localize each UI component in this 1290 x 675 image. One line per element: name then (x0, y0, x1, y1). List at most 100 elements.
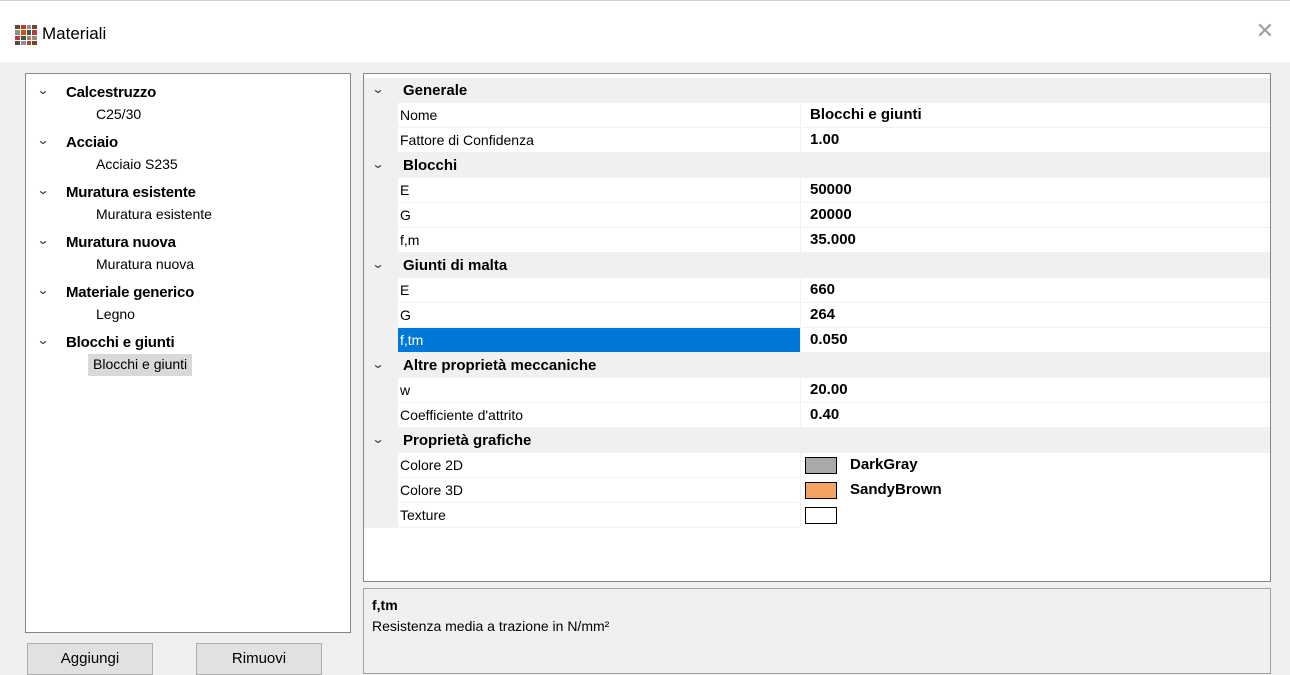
property-name[interactable]: Coefficiente d'attrito (398, 403, 801, 428)
grid-property-row[interactable]: Colore 2D DarkGray (364, 453, 1270, 478)
property-name[interactable]: Fattore di Confidenza (398, 128, 801, 153)
color-swatch[interactable] (805, 482, 837, 499)
tree-group-label: Calcestruzzo (66, 84, 157, 101)
grid-category-label: Generale (403, 82, 468, 99)
grid-gutter (364, 453, 398, 478)
grid-property-row[interactable]: Fattore di Confidenza 1.00 (364, 128, 1270, 153)
property-value[interactable]: SandyBrown (850, 481, 942, 498)
grid-category-label: Giunti di malta (403, 257, 508, 274)
tree-group-label: Muratura nuova (66, 234, 176, 251)
tree-group[interactable]: ⌄ Materiale generico (26, 280, 350, 304)
tree-group[interactable]: ⌄ Muratura nuova (26, 230, 350, 254)
title-bar: Materiali ✕ (0, 0, 1290, 62)
grid-property-row[interactable]: Colore 3D SandyBrown (364, 478, 1270, 503)
grid-gutter (364, 403, 398, 428)
property-name[interactable]: G (398, 303, 801, 328)
tree-item[interactable]: Legno (91, 304, 140, 326)
grid-property-row[interactable]: w 20.00 (364, 378, 1270, 403)
help-description: Resistenza media a trazione in N/mm² (372, 618, 610, 634)
remove-button[interactable]: Rimuovi (196, 643, 322, 675)
tree-item[interactable]: C25/30 (91, 104, 146, 126)
tree-group-label: Muratura esistente (66, 184, 196, 201)
grid-category[interactable]: ⌄ Generale (364, 78, 1270, 103)
property-name[interactable]: f,tm (398, 328, 801, 353)
grid-category[interactable]: ⌄ Altre proprietà meccaniche (364, 353, 1270, 378)
grid-gutter (364, 103, 398, 128)
grid-property-row[interactable]: Texture (364, 503, 1270, 528)
property-name[interactable]: Colore 2D (398, 453, 801, 478)
property-name[interactable]: E (398, 278, 801, 303)
property-value[interactable]: 660 (802, 278, 1270, 303)
chevron-down-icon[interactable]: ⌄ (371, 157, 384, 171)
color-swatch[interactable] (805, 507, 837, 524)
grid-property-row[interactable]: f,tm 0.050 (364, 328, 1270, 353)
property-name[interactable]: G (398, 203, 801, 228)
property-name[interactable]: f,m (398, 228, 801, 253)
tree-group[interactable]: ⌄ Calcestruzzo (26, 80, 350, 104)
tree-group-label: Blocchi e giunti (66, 334, 175, 351)
property-help-panel: f,tm Resistenza media a trazione in N/mm… (363, 588, 1271, 674)
tree-group-label: Materiale generico (66, 284, 195, 301)
chevron-down-icon[interactable]: ⌄ (36, 183, 49, 197)
grid-gutter (364, 178, 398, 203)
tree-group[interactable]: ⌄ Acciaio (26, 130, 350, 154)
property-grid[interactable]: ⌄ Generale Nome Blocchi e giunti Fattore di … (363, 73, 1271, 582)
property-value[interactable]: Blocchi e giunti (802, 103, 1270, 128)
help-title: f,tm (372, 597, 398, 613)
grid-property-row[interactable]: E 660 (364, 278, 1270, 303)
grid-gutter (364, 478, 398, 503)
materials-tree[interactable]: ⌄ Calcestruzzo C25/30 ⌄ Acciaio Acciaio S235 ⌄… (25, 73, 351, 633)
chevron-down-icon[interactable]: ⌄ (36, 233, 49, 247)
property-value[interactable]: 35.000 (802, 228, 1270, 253)
property-value[interactable]: 0.40 (802, 403, 1270, 428)
grid-property-row[interactable]: f,m 35.000 (364, 228, 1270, 253)
tree-item[interactable]: Acciaio S235 (91, 154, 183, 176)
property-name[interactable]: Texture (398, 503, 801, 528)
property-value[interactable]: DarkGray (850, 456, 918, 473)
materials-dialog: Materiali ✕ ⌄ Calcestruzzo C25/30 ⌄ Acciaio A… (0, 0, 1290, 675)
grid-property-row[interactable]: G 20000 (364, 203, 1270, 228)
tree-group[interactable]: ⌄ Muratura esistente (26, 180, 350, 204)
property-name[interactable]: Colore 3D (398, 478, 801, 503)
property-value[interactable]: 20000 (802, 203, 1270, 228)
tree-group[interactable]: ⌄ Blocchi e giunti (26, 330, 350, 354)
add-button[interactable]: Aggiungi (27, 643, 153, 675)
grid-property-row[interactable]: Nome Blocchi e giunti (364, 103, 1270, 128)
property-name[interactable]: E (398, 178, 801, 203)
window-title: Materiali (42, 24, 107, 43)
grid-property-row[interactable]: E 50000 (364, 178, 1270, 203)
chevron-down-icon[interactable]: ⌄ (371, 257, 384, 271)
property-value[interactable]: 1.00 (802, 128, 1270, 153)
chevron-down-icon[interactable]: ⌄ (371, 357, 384, 371)
grid-category[interactable]: ⌄ Giunti di malta (364, 253, 1270, 278)
grid-gutter (364, 278, 398, 303)
tree-item[interactable]: Blocchi e giunti (88, 354, 193, 376)
grid-category[interactable]: ⌄ Proprietà grafiche (364, 428, 1270, 453)
property-name[interactable]: Nome (398, 103, 801, 128)
property-value[interactable]: 50000 (802, 178, 1270, 203)
grid-gutter (364, 128, 398, 153)
chevron-down-icon[interactable]: ⌄ (371, 82, 384, 96)
tree-group-label: Acciaio (66, 134, 118, 151)
property-value[interactable]: 264 (802, 303, 1270, 328)
grid-category[interactable]: ⌄ Blocchi (364, 153, 1270, 178)
property-value[interactable]: 0.050 (802, 328, 1270, 353)
grid-category-label: Blocchi (403, 157, 458, 174)
grid-property-row[interactable]: Coefficiente d'attrito 0.40 (364, 403, 1270, 428)
color-swatch[interactable] (805, 457, 837, 474)
chevron-down-icon[interactable]: ⌄ (36, 133, 49, 147)
grid-gutter (364, 228, 398, 253)
chevron-down-icon[interactable]: ⌄ (36, 333, 49, 347)
grid-gutter (364, 203, 398, 228)
materials-app-icon (15, 25, 37, 45)
grid-property-row[interactable]: G 264 (364, 303, 1270, 328)
close-icon[interactable]: ✕ (1252, 19, 1278, 45)
chevron-down-icon[interactable]: ⌄ (36, 83, 49, 97)
property-value[interactable]: 20.00 (802, 378, 1270, 403)
grid-gutter (364, 503, 398, 528)
tree-item[interactable]: Muratura nuova (91, 254, 199, 276)
tree-item[interactable]: Muratura esistente (91, 204, 217, 226)
chevron-down-icon[interactable]: ⌄ (371, 432, 384, 446)
property-name[interactable]: w (398, 378, 801, 403)
chevron-down-icon[interactable]: ⌄ (36, 283, 49, 297)
